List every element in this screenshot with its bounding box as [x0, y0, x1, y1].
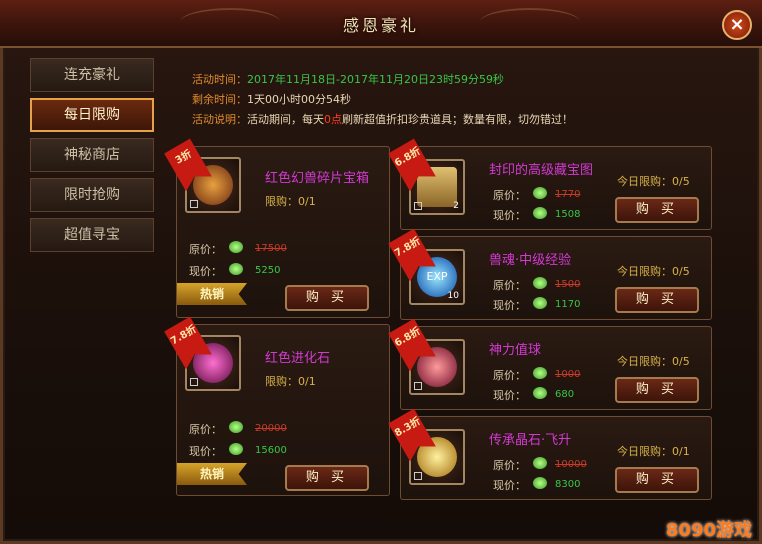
gem-icon [533, 187, 547, 199]
bind-lock-icon [190, 378, 198, 386]
hot-badge: 热销 [177, 283, 247, 305]
gem-icon [229, 241, 243, 253]
shop-card-right-3: 6.8折 神力值球 今日限购：0/5 原价： 1000 现价： 680 购 买 [400, 326, 712, 410]
orig-price-label: 原价： [189, 243, 222, 256]
orig-price: 1500 [555, 279, 581, 290]
orig-price-label: 原价： [189, 423, 222, 436]
gem-icon [533, 297, 547, 309]
gem-icon [533, 207, 547, 219]
now-price: 15600 [255, 445, 287, 456]
desc-b: 刷新超值折扣珍贵道具；数量有限，切勿错过！ [342, 113, 573, 126]
orig-price: 20000 [255, 423, 287, 434]
remain-label: 剩余时间： [192, 93, 247, 106]
item-limit: 今日限购：0/5 [617, 175, 690, 188]
buy-button[interactable]: 购 买 [285, 285, 369, 311]
orig-price: 1000 [555, 369, 581, 380]
sidebar-item-mystery-shop[interactable]: 神秘商店 [30, 138, 154, 172]
now-price-label: 现价： [189, 445, 222, 458]
item-limit: 今日限购：0/5 [617, 265, 690, 278]
watermark-logo: 8090游戏 [665, 520, 752, 541]
gem-icon [229, 443, 243, 455]
desc-a: 活动期间，每天 [247, 113, 324, 126]
bind-lock-icon [414, 472, 422, 480]
buy-button[interactable]: 购 买 [615, 197, 699, 223]
bind-lock-icon [414, 382, 422, 390]
event-info: 活动时间：2017年11月18日-2017年11月20日23时59分59秒 剩余… [192, 70, 573, 130]
now-price: 1170 [555, 299, 581, 310]
buy-button[interactable]: 购 买 [615, 287, 699, 313]
bind-lock-icon [414, 202, 422, 210]
gem-icon [533, 277, 547, 289]
shop-card-right-2: EXP 10 7.8折 兽魂·中级经验 今日限购：0/5 原价： 1500 现价… [400, 236, 712, 320]
item-limit: 限购：0/1 [265, 375, 316, 388]
item-quantity: 10 [447, 291, 459, 301]
orig-price-label: 原价： [493, 459, 526, 472]
buy-button[interactable]: 购 买 [285, 465, 369, 491]
gem-icon [533, 367, 547, 379]
bind-lock-icon [190, 200, 198, 208]
item-name: 神力值球 [489, 343, 542, 358]
sidebar-item-recharge[interactable]: 连充豪礼 [30, 58, 154, 92]
item-limit: 今日限购：0/1 [617, 445, 690, 458]
now-price: 1508 [555, 209, 581, 220]
desc-label: 活动说明： [192, 113, 247, 126]
gem-icon [229, 263, 243, 275]
now-price-label: 现价： [189, 265, 222, 278]
shop-card-right-4: 8.3折 传承晶石·飞升 今日限购：0/1 原价： 10000 现价： 8300… [400, 416, 712, 500]
buy-button[interactable]: 购 买 [615, 467, 699, 493]
time-value: 2017年11月18日-2017年11月20日23时59分59秒 [247, 73, 504, 86]
sidebar-item-daily-limit[interactable]: 每日限购 [30, 98, 154, 132]
now-price: 680 [555, 389, 575, 400]
now-price-label: 现价： [493, 389, 526, 402]
gem-icon [533, 457, 547, 469]
orig-price: 17500 [255, 243, 287, 254]
sidebar-item-flash-sale[interactable]: 限时抢购 [30, 178, 154, 212]
remain-value: 1天00小时00分54秒 [247, 93, 351, 106]
close-button[interactable]: × [722, 10, 752, 40]
buy-button[interactable]: 购 买 [615, 377, 699, 403]
sidebar: 连充豪礼 每日限购 神秘商店 限时抢购 超值寻宝 [30, 58, 154, 266]
orig-price-label: 原价： [493, 369, 526, 382]
item-limit: 限购：0/1 [265, 195, 316, 208]
sidebar-item-treasure[interactable]: 超值寻宝 [30, 218, 154, 252]
now-price-label: 现价： [493, 299, 526, 312]
item-name: 红色幻兽碎片宝箱 [265, 171, 370, 186]
orig-price-label: 原价： [493, 279, 526, 292]
now-price-label: 现价： [493, 209, 526, 222]
orig-price: 1770 [555, 189, 581, 200]
title-bar: 感恩豪礼 × [0, 0, 762, 48]
item-limit: 今日限购：0/5 [617, 355, 690, 368]
shop-card-left-1: 3折 红色幻兽碎片宝箱 限购：0/1 原价： 17500 现价： 5250 热销… [176, 146, 390, 318]
gem-icon [229, 421, 243, 433]
shop-card-right-1: 2 6.8折 封印的高级藏宝图 今日限购：0/5 原价： 1770 现价： 15… [400, 146, 712, 230]
shop-card-left-2: 7.8折 红色进化石 限购：0/1 原价： 20000 现价： 15600 热销… [176, 324, 390, 496]
item-name: 封印的高级藏宝图 [489, 163, 594, 178]
dialog-title: 感恩豪礼 [342, 16, 419, 35]
hot-badge: 热销 [177, 463, 247, 485]
time-label: 活动时间： [192, 73, 247, 86]
item-name: 红色进化石 [265, 351, 331, 366]
orig-price: 10000 [555, 459, 587, 470]
item-name: 传承晶石·飞升 [489, 433, 572, 448]
gem-icon [533, 477, 547, 489]
now-price-label: 现价： [493, 479, 526, 492]
desc-highlight: 0点 [324, 113, 342, 126]
item-quantity: 2 [453, 201, 459, 211]
now-price: 8300 [555, 479, 581, 490]
now-price: 5250 [255, 265, 281, 276]
gem-icon [533, 387, 547, 399]
item-name: 兽魂·中级经验 [489, 253, 572, 268]
orig-price-label: 原价： [493, 189, 526, 202]
